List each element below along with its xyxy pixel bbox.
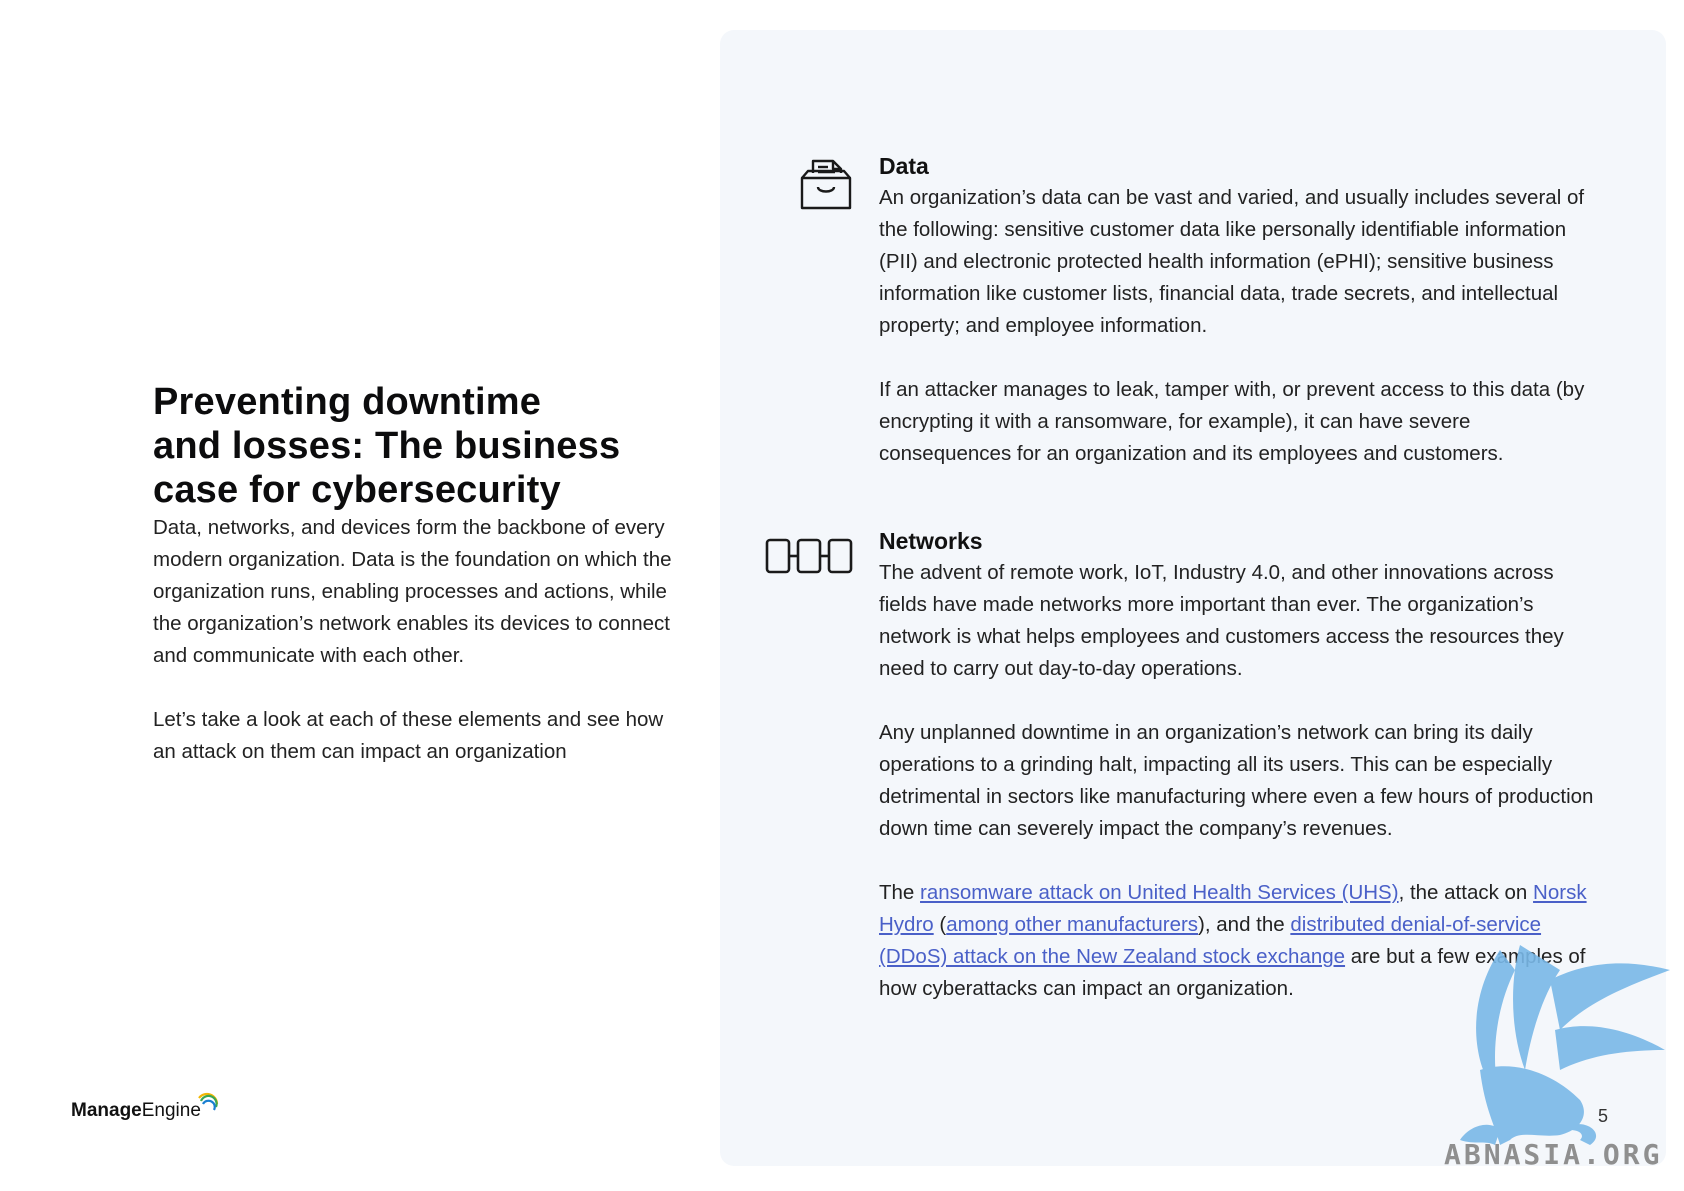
folder-document-icon	[799, 158, 853, 217]
data-section: Data An organization’s data can be vast …	[800, 150, 1599, 470]
section-heading: Data	[879, 153, 929, 179]
section-paragraph: Any unplanned downtime in an organizatio…	[879, 721, 1594, 840]
page-title-line: Preventing downtime	[153, 381, 542, 423]
logo-text: ManageEngine	[71, 1100, 201, 1121]
networks-section: Networks The advent of remote work, IoT,…	[765, 525, 1599, 1005]
logo-arc-icon	[198, 1092, 219, 1111]
intro-paragraph: Let’s take a look at each of these eleme…	[153, 708, 664, 763]
page-title: Preventing downtime and losses: The busi…	[153, 380, 673, 512]
section-paragraph: An organization’s data can be vast and v…	[879, 186, 1585, 337]
manageengine-logo: ManageEngine	[71, 1090, 221, 1122]
watermark-text: ABNASIA.ORG	[1444, 1138, 1663, 1171]
intro-text: Data, networks, and devices form the bac…	[153, 512, 673, 768]
other-manufacturers-link[interactable]: among other manufacturers	[946, 913, 1198, 936]
section-paragraph: If an attacker manages to leak, tamper w…	[879, 378, 1585, 465]
page-title-line: and losses: The business	[153, 425, 621, 467]
page-title-line: case for cybersecurity	[153, 469, 561, 511]
section-paragraph: The advent of remote work, IoT, Industry…	[879, 561, 1564, 680]
griffin-icon	[1460, 945, 1670, 1145]
intro-paragraph: Data, networks, and devices form the bac…	[153, 516, 672, 667]
intro-column: Preventing downtime and losses: The busi…	[153, 380, 673, 768]
network-nodes-icon	[765, 537, 853, 580]
section-heading: Networks	[879, 528, 983, 554]
uhs-ransomware-link[interactable]: ransomware attack on United Health Servi…	[920, 881, 1399, 904]
